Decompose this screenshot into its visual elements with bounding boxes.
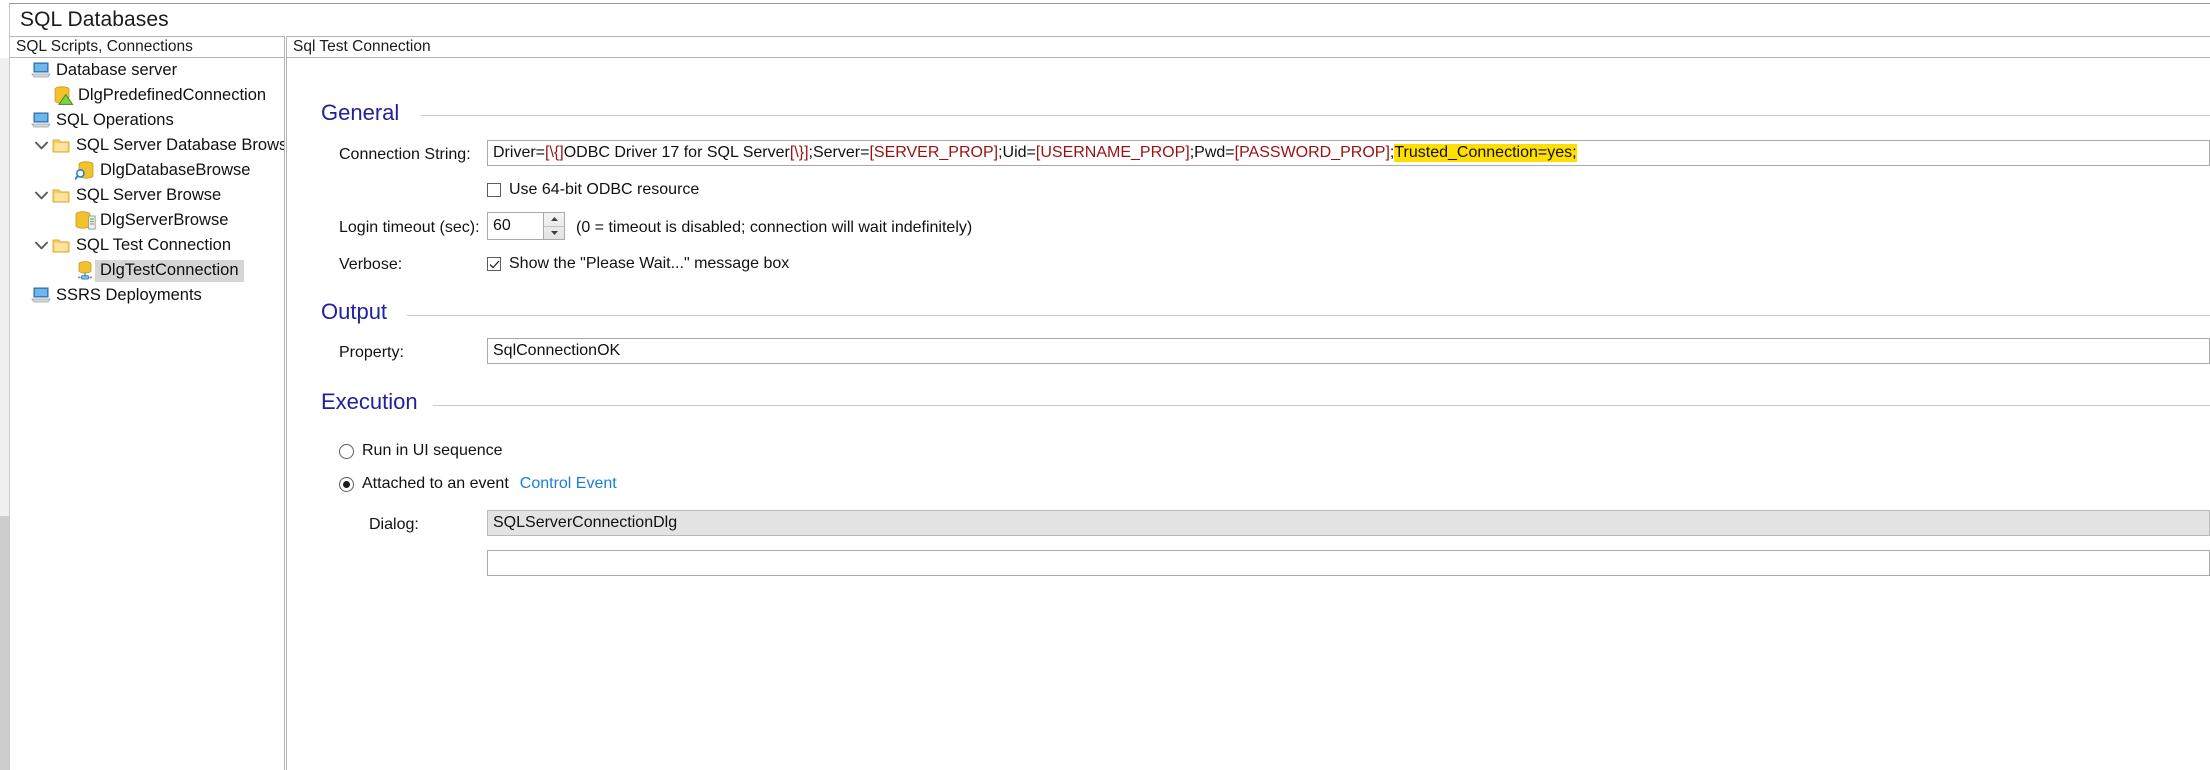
tree-item-sql-server-database-browse[interactable]: SQL Server Database Browse — [10, 133, 284, 158]
window-vertical-scrollbar[interactable] — [0, 58, 9, 770]
computer-icon — [30, 286, 52, 306]
connection-string-input[interactable]: Driver=[\{]ODBC Driver 17 for SQL Server… — [487, 140, 2210, 166]
tree-item-dlgtestconnection[interactable]: DlgTestConnection — [10, 258, 284, 283]
login-timeout-label: Login timeout (sec): — [339, 219, 480, 237]
database-server-icon — [74, 211, 96, 231]
tree-item-sql-test-connection[interactable]: SQL Test Connection — [10, 233, 284, 258]
verbose-label: Verbose: — [339, 256, 402, 274]
right-pane-header-label: Sql Test Connection — [287, 38, 431, 56]
tree-indent-spacer — [56, 262, 74, 280]
folder-icon — [50, 136, 72, 156]
use-64bit-odbc-label: Use 64-bit ODBC resource — [509, 181, 699, 199]
checkbox-unchecked-icon — [487, 183, 501, 197]
left-pane-header: SQL Scripts, Connections — [9, 36, 285, 58]
dialog-label: Dialog: — [369, 516, 419, 534]
database-green-icon — [52, 86, 74, 106]
sql-scripts-tree[interactable]: Database server DlgPredefinedConnection SQ… — [9, 58, 285, 770]
connection-string-label: Connection String: — [339, 146, 471, 164]
sql-test-connection-form: General Connection String: Driver=[\{]OD… — [286, 58, 2210, 770]
stepper-down-icon[interactable] — [544, 227, 564, 240]
left-pane-header-label: SQL Scripts, Connections — [10, 38, 193, 56]
page-title: SQL Databases — [10, 8, 169, 32]
database-search-icon — [74, 161, 96, 181]
show-please-wait-label: Show the "Please Wait..." message box — [509, 255, 789, 273]
property-label: Property: — [339, 344, 404, 362]
tree-item-label: SQL Server Database Browse — [72, 136, 285, 155]
connection-string-token: [\{] — [545, 144, 564, 162]
connection-string-token: [PASSWORD_PROP] — [1235, 144, 1390, 162]
tree-item-database-server[interactable]: Database server — [10, 58, 284, 83]
output-section-rule — [407, 315, 2210, 316]
tree-indent-spacer — [12, 62, 30, 80]
connection-string-token: [\}] — [790, 144, 809, 162]
tree-item-label: DlgServerBrowse — [96, 211, 228, 230]
database-test-icon — [74, 261, 96, 281]
tree-item-dlgdatabasebrowse[interactable]: DlgDatabaseBrowse — [10, 158, 284, 183]
tree-item-label: SSRS Deployments — [52, 286, 202, 305]
sql-databases-window: SQL Databases SQL Scripts, Connections S… — [0, 0, 2210, 770]
general-section-rule — [421, 115, 2210, 116]
tree-item-dlgserverbrowse[interactable]: DlgServerBrowse — [10, 208, 284, 233]
tree-item-label: SQL Test Connection — [72, 236, 231, 255]
window-titlebar: SQL Databases — [9, 3, 2210, 36]
property-input[interactable]: SqlConnectionOK — [487, 338, 2210, 364]
attached-to-event-label: Attached to an event — [362, 475, 509, 493]
right-pane-header: Sql Test Connection — [286, 36, 2210, 58]
radio-unselected-icon — [339, 444, 354, 459]
use-64bit-odbc-checkbox[interactable]: Use 64-bit ODBC resource — [487, 181, 699, 199]
tree-indent-spacer — [56, 162, 74, 180]
attached-to-event-radio[interactable]: Attached to an event Control Event — [339, 475, 617, 493]
login-timeout-hint: (0 = timeout is disabled; connection wil… — [576, 219, 972, 237]
computer-icon — [30, 111, 52, 131]
connection-string-token: ;Uid= — [998, 144, 1036, 162]
connection-string-token: ODBC Driver 17 for SQL Server — [564, 144, 790, 162]
connection-string-token: [SERVER_PROP] — [869, 144, 998, 162]
execution-section-title: Execution — [321, 389, 428, 415]
run-in-ui-sequence-label: Run in UI sequence — [362, 442, 503, 460]
tree-item-label: Database server — [52, 61, 177, 80]
chevron-down-icon[interactable] — [32, 137, 50, 155]
next-field-partial[interactable] — [487, 550, 2210, 576]
tree-item-label: DlgTestConnection — [95, 260, 244, 282]
tree-item-sql-server-browse[interactable]: SQL Server Browse — [10, 183, 284, 208]
radio-selected-icon — [339, 477, 354, 492]
chevron-down-icon[interactable] — [32, 187, 50, 205]
connection-string-token: [USERNAME_PROP] — [1036, 144, 1190, 162]
login-timeout-value[interactable]: 60 — [488, 217, 543, 235]
run-in-ui-sequence-radio[interactable]: Run in UI sequence — [339, 442, 503, 460]
show-please-wait-checkbox[interactable]: Show the "Please Wait..." message box — [487, 255, 789, 273]
general-section-title: General — [321, 100, 409, 126]
tree-item-label: SQL Operations — [52, 111, 174, 130]
tree-item-sql-operations[interactable]: SQL Operations — [10, 108, 284, 133]
checkbox-checked-icon — [487, 257, 501, 271]
control-event-link[interactable]: Control Event — [520, 475, 617, 493]
connection-string-token: Driver= — [493, 144, 545, 162]
output-section-title: Output — [321, 299, 397, 325]
tree-indent-spacer — [12, 287, 30, 305]
tree-indent-spacer — [56, 212, 74, 230]
tree-item-label: DlgDatabaseBrowse — [96, 161, 250, 180]
scrollbar-thumb[interactable] — [0, 516, 9, 770]
tree-item-label: DlgPredefinedConnection — [74, 86, 266, 105]
stepper-up-icon[interactable] — [544, 213, 564, 227]
tree-item-dlgpredefinedconnection[interactable]: DlgPredefinedConnection — [10, 83, 284, 108]
folder-icon — [50, 236, 72, 256]
stepper-buttons[interactable] — [543, 213, 564, 239]
tree-indent-spacer — [34, 87, 52, 105]
connection-string-token: Trusted_Connection=yes; — [1394, 144, 1576, 162]
login-timeout-stepper[interactable]: 60 — [487, 212, 565, 240]
connection-string-token: ;Server= — [809, 144, 870, 162]
tree-item-ssrs-deployments[interactable]: SSRS Deployments — [10, 283, 284, 308]
tree-indent-spacer — [12, 112, 30, 130]
tree-item-label: SQL Server Browse — [72, 186, 221, 205]
chevron-down-icon[interactable] — [32, 237, 50, 255]
computer-icon — [30, 61, 52, 81]
dialog-value-field[interactable]: SQLServerConnectionDlg — [487, 510, 2210, 536]
folder-icon — [50, 186, 72, 206]
connection-string-token: ;Pwd= — [1190, 144, 1235, 162]
execution-section-rule — [433, 405, 2210, 406]
